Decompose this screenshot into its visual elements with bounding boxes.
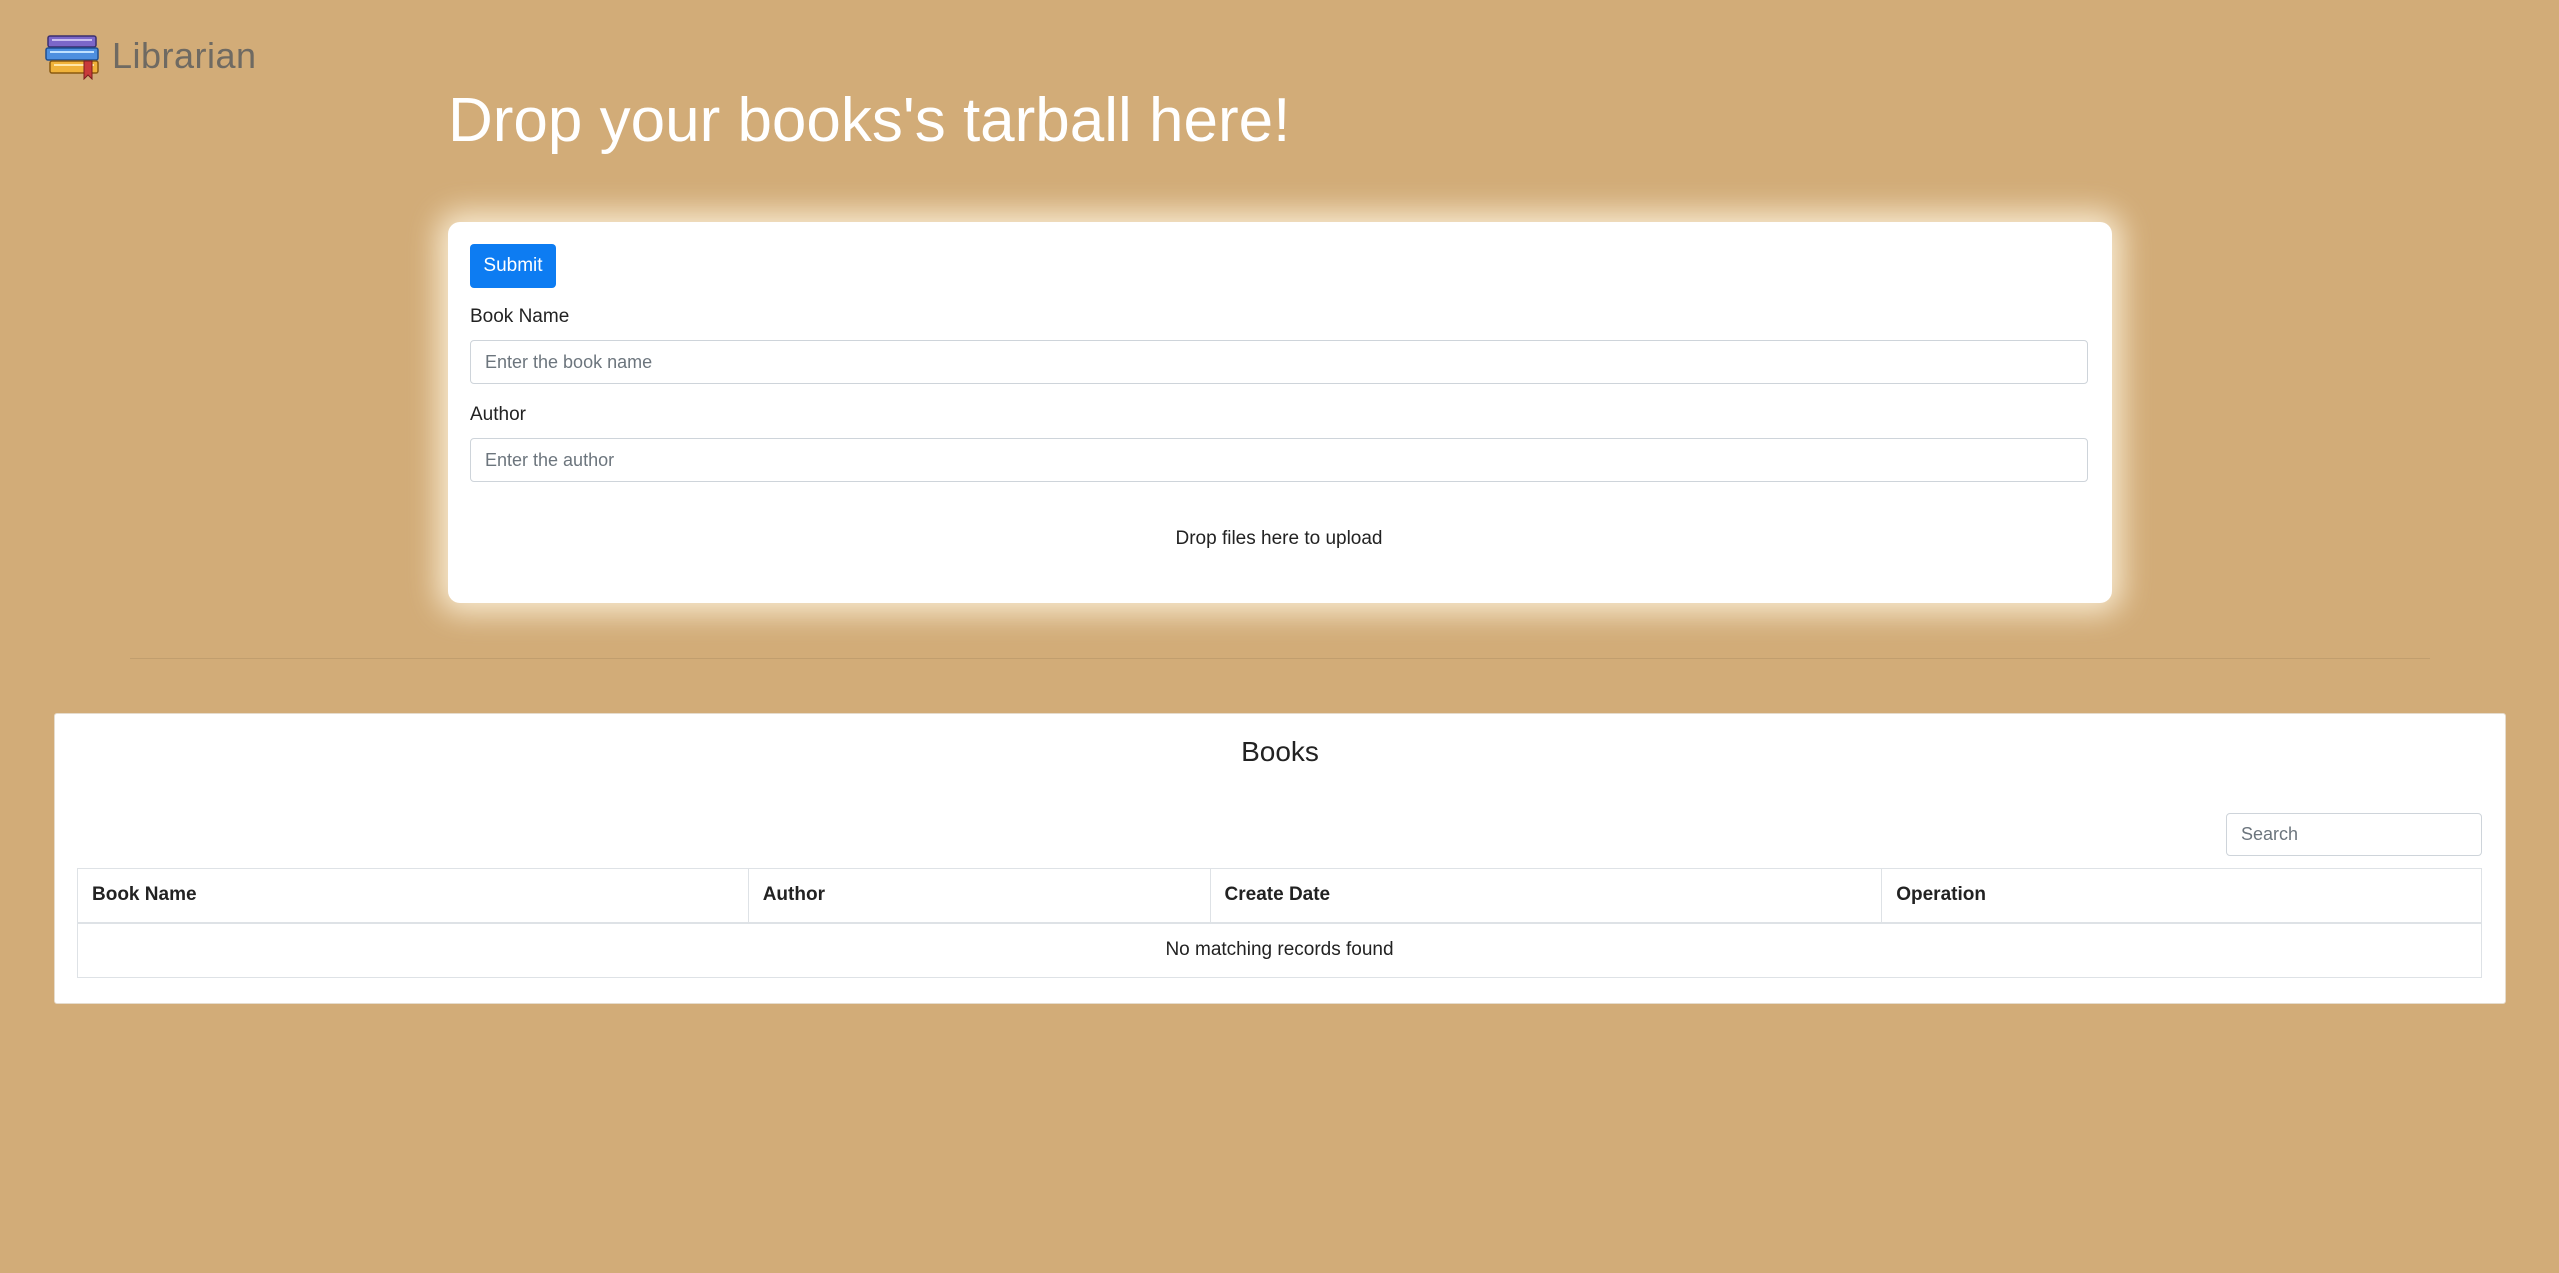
page-title: Drop your books's tarball here!: [448, 86, 1291, 155]
book-name-label: Book Name: [470, 306, 570, 327]
books-stack-icon: [45, 35, 99, 80]
upload-card: Submit Book Name Author Drop files here …: [448, 222, 2112, 603]
table-row-empty: No matching records found: [77, 922, 2482, 978]
books-table: Book Name Author Create Date Operation N…: [77, 868, 2482, 978]
column-header-operation[interactable]: Operation: [1881, 868, 2482, 924]
column-header-book-name[interactable]: Book Name: [77, 868, 749, 924]
empty-message: No matching records found: [77, 922, 2482, 978]
navbar-brand[interactable]: Librarian: [44, 30, 257, 82]
book-name-input[interactable]: [470, 340, 2088, 384]
table-header-row: Book Name Author Create Date Operation: [77, 868, 2482, 924]
books-title: Books: [1241, 736, 1319, 767]
author-label: Author: [470, 404, 526, 425]
submit-button[interactable]: Submit: [470, 244, 556, 288]
search-input[interactable]: [2226, 813, 2482, 856]
file-dropzone[interactable]: Drop files here to upload: [470, 502, 2088, 576]
books-panel: Books Book Name Author Create Date Opera…: [54, 713, 2506, 1004]
column-header-author[interactable]: Author: [747, 868, 1211, 924]
brand-name: Librarian: [112, 35, 257, 76]
column-header-create-date[interactable]: Create Date: [1209, 868, 1883, 924]
divider: [130, 658, 2430, 659]
author-input[interactable]: [470, 438, 2088, 482]
